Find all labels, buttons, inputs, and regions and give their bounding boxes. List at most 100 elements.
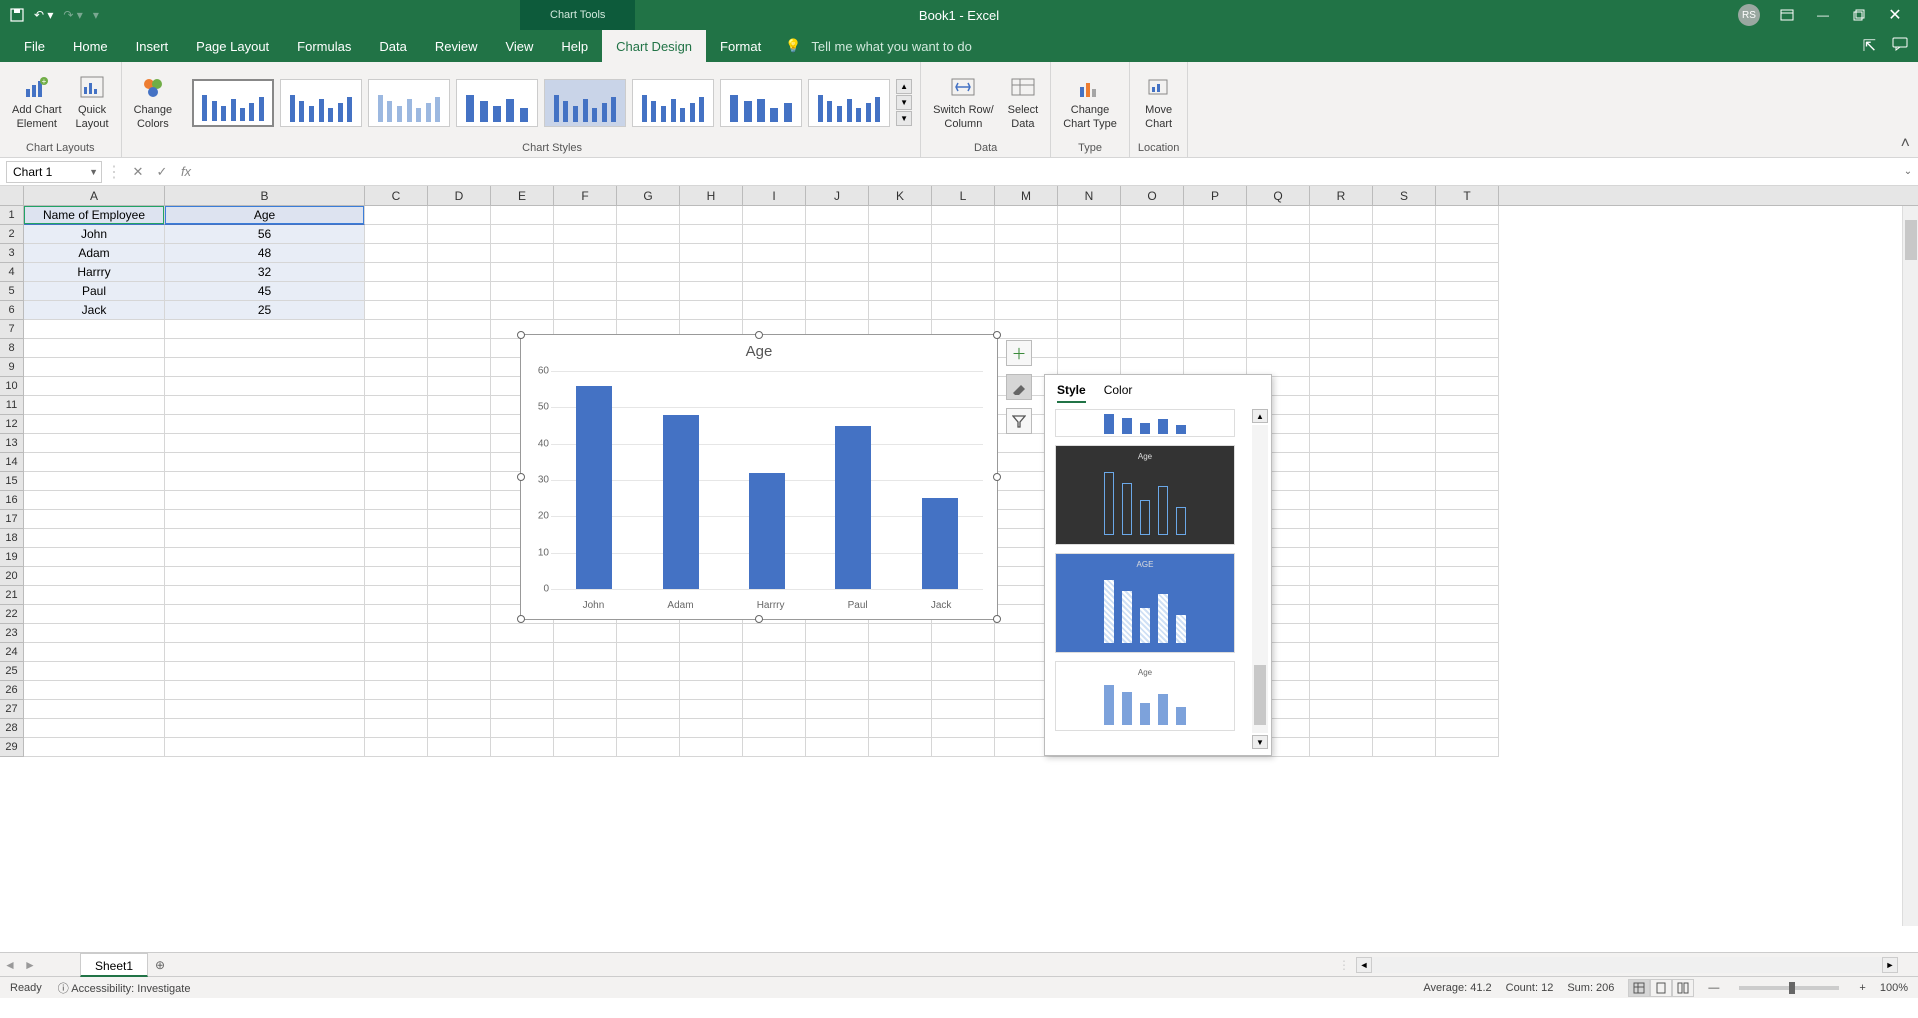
cell[interactable]	[743, 301, 806, 320]
fx-icon[interactable]: fx	[174, 164, 198, 179]
cell[interactable]	[1058, 225, 1121, 244]
col-header-D[interactable]: D	[428, 186, 491, 205]
cell[interactable]	[1373, 472, 1436, 491]
cell[interactable]	[1436, 339, 1499, 358]
cell[interactable]	[428, 643, 491, 662]
cell[interactable]	[617, 738, 680, 757]
cell[interactable]	[995, 263, 1058, 282]
change-chart-type-button[interactable]: Change Chart Type	[1059, 72, 1121, 132]
cell[interactable]	[24, 548, 165, 567]
cell[interactable]	[165, 700, 365, 719]
cell[interactable]	[24, 339, 165, 358]
cell[interactable]	[680, 738, 743, 757]
row-header[interactable]: 7	[0, 320, 24, 339]
cell[interactable]	[165, 624, 365, 643]
cell[interactable]	[428, 301, 491, 320]
cell[interactable]	[1184, 339, 1247, 358]
cell[interactable]	[1310, 681, 1373, 700]
cell[interactable]	[554, 662, 617, 681]
cell[interactable]	[428, 719, 491, 738]
cell[interactable]	[1058, 282, 1121, 301]
cell[interactable]	[617, 700, 680, 719]
cell[interactable]	[806, 719, 869, 738]
select-data-button[interactable]: Select Data	[1004, 72, 1043, 132]
cell[interactable]	[24, 472, 165, 491]
cell[interactable]	[365, 681, 428, 700]
cell[interactable]	[1436, 548, 1499, 567]
cell[interactable]	[743, 681, 806, 700]
cell[interactable]	[428, 738, 491, 757]
cell[interactable]	[428, 662, 491, 681]
col-header-Q[interactable]: Q	[1247, 186, 1310, 205]
cell[interactable]	[932, 301, 995, 320]
cell[interactable]	[1436, 681, 1499, 700]
cell[interactable]	[680, 719, 743, 738]
cell[interactable]: Jack	[24, 301, 165, 320]
cell[interactable]	[1373, 491, 1436, 510]
cell[interactable]: Name of Employee	[24, 206, 165, 225]
menu-page-layout[interactable]: Page Layout	[182, 30, 283, 62]
cell[interactable]	[680, 301, 743, 320]
cell[interactable]	[24, 681, 165, 700]
cell[interactable]	[1310, 643, 1373, 662]
cell[interactable]	[1310, 586, 1373, 605]
cell[interactable]	[1310, 529, 1373, 548]
save-icon[interactable]	[10, 8, 24, 22]
row-header[interactable]: 5	[0, 282, 24, 301]
cell[interactable]	[165, 605, 365, 624]
cell[interactable]	[1184, 225, 1247, 244]
cell[interactable]	[1310, 396, 1373, 415]
cell[interactable]	[491, 643, 554, 662]
cell[interactable]: 32	[165, 263, 365, 282]
cell[interactable]	[1310, 263, 1373, 282]
cell[interactable]	[1436, 396, 1499, 415]
add-chart-element-button[interactable]: + Add Chart Element	[8, 72, 66, 132]
normal-view-button[interactable]	[1628, 979, 1650, 997]
cell[interactable]	[1184, 263, 1247, 282]
cell[interactable]	[1436, 282, 1499, 301]
cell[interactable]	[1373, 681, 1436, 700]
cell[interactable]	[24, 358, 165, 377]
cell[interactable]	[1310, 434, 1373, 453]
cell[interactable]	[1436, 605, 1499, 624]
col-header-H[interactable]: H	[680, 186, 743, 205]
cell[interactable]	[932, 225, 995, 244]
cell[interactable]	[1373, 434, 1436, 453]
vertical-scrollbar[interactable]	[1902, 206, 1918, 926]
menu-formulas[interactable]: Formulas	[283, 30, 365, 62]
cell[interactable]	[806, 662, 869, 681]
cell[interactable]	[1373, 586, 1436, 605]
cell[interactable]	[743, 662, 806, 681]
row-header[interactable]: 8	[0, 339, 24, 358]
cell[interactable]	[1310, 320, 1373, 339]
cell[interactable]	[680, 263, 743, 282]
chart-styles-button[interactable]	[1006, 374, 1032, 400]
page-layout-view-button[interactable]	[1650, 979, 1672, 997]
cell[interactable]	[24, 434, 165, 453]
cell[interactable]	[365, 624, 428, 643]
undo-icon[interactable]: ↶ ▾	[34, 8, 53, 22]
flyout-style-thumb-2[interactable]: Age	[1055, 445, 1235, 545]
cell[interactable]	[365, 643, 428, 662]
menu-insert[interactable]: Insert	[122, 30, 183, 62]
cell[interactable]: 45	[165, 282, 365, 301]
cell[interactable]	[165, 415, 365, 434]
cell[interactable]	[428, 206, 491, 225]
cell[interactable]	[165, 510, 365, 529]
cell[interactable]	[1436, 586, 1499, 605]
cell[interactable]	[428, 453, 491, 472]
row-header[interactable]: 26	[0, 681, 24, 700]
cell[interactable]	[1058, 206, 1121, 225]
cell[interactable]	[617, 719, 680, 738]
cell[interactable]	[806, 206, 869, 225]
cell[interactable]	[24, 510, 165, 529]
cell[interactable]	[1373, 377, 1436, 396]
menu-help[interactable]: Help	[547, 30, 602, 62]
cell[interactable]	[1436, 225, 1499, 244]
cell[interactable]	[428, 491, 491, 510]
flyout-style-thumb-3[interactable]: AGE	[1055, 553, 1235, 653]
resize-handle-sw[interactable]	[517, 615, 525, 623]
cell[interactable]	[554, 206, 617, 225]
cell[interactable]	[869, 662, 932, 681]
cell[interactable]	[932, 662, 995, 681]
